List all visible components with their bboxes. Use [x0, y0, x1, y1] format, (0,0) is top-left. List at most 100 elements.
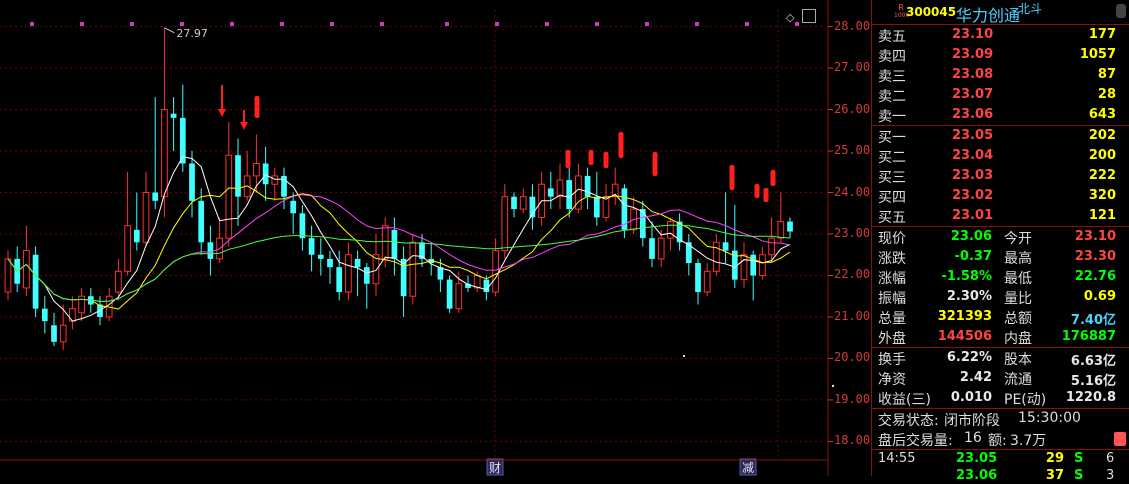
candle-body: [225, 154, 233, 239]
candle-body: [152, 192, 159, 201]
after-hours-label: 盘后交易量:: [878, 433, 953, 449]
candle-body: [115, 270, 122, 293]
candlestick-chart[interactable]: 27.97 财 减 28.00 27.00 26.00 25.00 24.00 23.00 22…: [0, 0, 870, 476]
quote-value: 2.30%: [946, 289, 992, 304]
order-level[interactable]: 买五 23.01 121: [872, 206, 1129, 226]
order-level[interactable]: 卖三 23.08 87: [872, 65, 1129, 85]
chart-mode-icon[interactable]: ◇: [786, 11, 794, 24]
candle-body: [124, 225, 131, 272]
signal-dot: [595, 22, 599, 26]
after-hours-vol: 16: [964, 430, 982, 446]
fundamental-value: 6.63亿: [1070, 354, 1116, 369]
quote-panel: R 1000 300045 华力创通 北斗 卖五 23.10 177 卖四 23.0…: [871, 0, 1129, 483]
bid-levels: 买一 23.05 202 买二 23.04 200 买三 23.03 222 买四 2…: [872, 126, 1129, 226]
quote-value: 23.10: [1074, 229, 1116, 244]
candle-body: [584, 175, 591, 197]
chart-window-button[interactable]: [802, 9, 816, 23]
status-expand-button[interactable]: [1114, 432, 1126, 446]
panel-scroll-button[interactable]: [1116, 4, 1126, 18]
candle-body: [722, 242, 729, 251]
candle-body: [556, 179, 564, 198]
signal-dot: [545, 22, 549, 26]
order-level[interactable]: 卖五 23.10 177: [872, 25, 1129, 45]
signal-bar: [618, 132, 624, 158]
candle-body: [133, 229, 140, 243]
level-volume: 222: [1088, 168, 1116, 183]
candle-body: [740, 254, 748, 281]
order-level[interactable]: 买一 23.05 202: [872, 126, 1129, 146]
candle-body: [381, 225, 389, 260]
ask-levels: 卖五 23.10 177 卖四 23.09 1057 卖三 23.08 87 卖二 2…: [872, 25, 1129, 125]
price-tick-label: 24.00: [834, 184, 871, 199]
level-label: 卖四: [878, 49, 906, 65]
high-annotation-arrow: [164, 27, 175, 34]
concept-tag[interactable]: 北斗: [1018, 0, 1042, 17]
quote-row: 现价 23.06 今开 23.10: [872, 227, 1129, 247]
signal-dot: [30, 22, 34, 26]
order-level[interactable]: 买二 23.04 200: [872, 146, 1129, 166]
signal-bar: [729, 165, 735, 190]
signal-dot: [795, 22, 799, 26]
price-tick-label: 28.00: [834, 18, 871, 33]
fundamental-label: 换手: [878, 352, 906, 368]
candle-body: [759, 254, 766, 276]
candle-body: [198, 200, 205, 243]
candle-body: [262, 163, 269, 185]
level-volume: 28: [1097, 87, 1116, 102]
signal-dot: [330, 22, 334, 26]
level-volume: 121: [1088, 208, 1116, 223]
candle-body: [161, 109, 168, 198]
candle-body: [253, 162, 260, 177]
marker-dot: [832, 385, 834, 387]
quote-value: 23.06: [950, 229, 992, 244]
price-tick-label: 23.00: [834, 226, 871, 240]
signal-bar: [763, 188, 769, 202]
order-level[interactable]: 卖二 23.07 28: [872, 85, 1129, 105]
fundamental-value: 1220.8: [1065, 390, 1116, 405]
price-tick-label: 19.00: [834, 391, 871, 406]
price-tick-label: 21.00: [834, 308, 871, 323]
level-label: 买三: [878, 170, 906, 186]
order-level[interactable]: 卖一 23.06 643: [872, 105, 1129, 125]
stock-name[interactable]: 华力创通: [956, 2, 1020, 26]
level-price: 23.05: [952, 128, 994, 143]
candle-body: [787, 221, 793, 232]
quote-label: 振幅: [878, 291, 906, 307]
order-level[interactable]: 买四 23.02 320: [872, 186, 1129, 206]
signal-dot: [695, 22, 699, 26]
candle-body: [327, 258, 333, 268]
quote-value: 7.40亿: [1070, 313, 1116, 328]
candle-body: [777, 221, 785, 239]
candle-body: [271, 175, 279, 185]
stock-code: 300045: [906, 5, 957, 19]
level-volume: 202: [1088, 128, 1116, 143]
signal-dot: [80, 22, 84, 26]
signal-bar: [652, 152, 658, 176]
candle-body: [455, 283, 463, 310]
trade-state: 闭市阶段: [944, 413, 1000, 429]
quote-value: 22.76: [1074, 269, 1116, 284]
fundamental-label: 流通: [1004, 372, 1032, 388]
fundamental-row: 收益(三) 0.010 PE(动) 1220.8: [872, 388, 1129, 408]
level-price: 23.04: [952, 148, 994, 163]
trade-state-label: 交易状态:: [878, 413, 939, 429]
price-tick-label: 27.00: [834, 60, 871, 75]
marker-dot: [683, 355, 685, 357]
level-label: 买二: [878, 150, 906, 166]
fundamentals-grid: 换手 6.22% 股本 6.63亿 净资 2.42 流通 5.16亿 收益(三) 0…: [872, 348, 1129, 408]
quote-row: 外盘 144506 内盘 176887: [872, 327, 1129, 347]
candle-body: [667, 221, 674, 239]
tick-count: 6: [1106, 451, 1115, 466]
fundamental-label: 收益(三): [878, 392, 931, 408]
sell-signal-arrow-head: [218, 109, 226, 117]
level-price: 23.01: [952, 208, 994, 223]
tick-list[interactable]: 14:55 23.05 29 S 6 23.06 37 S 3: [872, 450, 1129, 484]
tick-volume: 29: [1045, 451, 1064, 466]
chart-canvas[interactable]: 27.97 财 减: [0, 0, 870, 476]
stock-header: R 1000 300045 华力创通 北斗: [872, 0, 1129, 25]
signal-bar: [603, 152, 609, 168]
order-level[interactable]: 卖四 23.09 1057: [872, 45, 1129, 65]
order-level[interactable]: 买三 23.03 222: [872, 166, 1129, 186]
candle-body: [308, 238, 315, 255]
candle-body: [299, 213, 306, 239]
